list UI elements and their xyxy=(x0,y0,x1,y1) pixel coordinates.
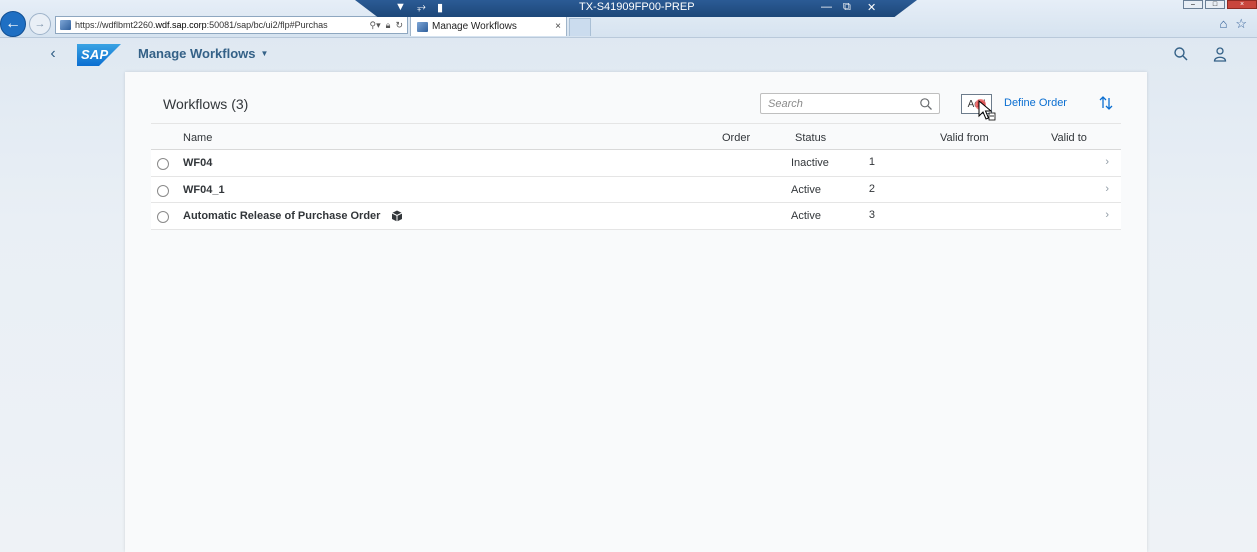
signal-icon: ▮ xyxy=(437,2,444,14)
chevron-right-icon[interactable]: › xyxy=(1105,209,1109,221)
home-icon[interactable]: ⌂ xyxy=(1219,16,1227,32)
row-select-radio[interactable] xyxy=(157,184,169,197)
table-row[interactable]: Automatic Release of Purchase Order 3 Ac… xyxy=(151,203,1121,230)
favorites-star-icon[interactable]: ☆ xyxy=(1235,16,1247,32)
browser-back-button[interactable]: ← xyxy=(0,11,26,37)
new-tab-button[interactable] xyxy=(569,18,591,36)
app-title: Manage Workflows xyxy=(138,46,256,61)
remote-minimize-icon[interactable]: — xyxy=(821,1,832,13)
workflow-name: Automatic Release of Purchase Order xyxy=(183,210,403,222)
search-field[interactable] xyxy=(760,93,940,114)
chevron-right-icon[interactable]: › xyxy=(1105,183,1109,195)
remote-restore-icon[interactable]: ⧉ xyxy=(843,1,851,14)
column-header-status[interactable]: Status xyxy=(795,132,826,144)
address-bar[interactable]: https://wdflbmt2260.wdf.sap.corp:50081/s… xyxy=(55,16,408,34)
workflow-status: Active xyxy=(791,183,821,196)
shell-back-button[interactable]: ‹ xyxy=(45,44,61,64)
window-close-button[interactable]: × xyxy=(1227,0,1257,9)
browser-tab[interactable]: Manage Workflows × xyxy=(410,16,567,36)
pin-icon[interactable]: ⥅ xyxy=(417,1,426,14)
workflow-order: 3 xyxy=(868,209,875,221)
refresh-icon[interactable]: ↻ xyxy=(395,20,403,31)
table-header: Name Order Status Valid from Valid to xyxy=(151,123,1121,150)
window-controls: – □ × xyxy=(1183,0,1257,9)
mouse-cursor-icon xyxy=(978,100,996,121)
workflows-panel: Workflows (3) Add Define Order Name Orde… xyxy=(125,72,1147,552)
chevron-right-icon[interactable]: › xyxy=(1105,156,1109,168)
tab-favicon-icon xyxy=(417,21,428,32)
lock-icon[interactable]: 🔒︎ xyxy=(386,20,391,31)
row-select-radio[interactable] xyxy=(157,211,169,223)
shell-search-icon[interactable] xyxy=(1173,46,1189,62)
remote-session-title: TX-S41909FP00-PREP xyxy=(579,1,695,13)
page-favicon-icon xyxy=(60,20,71,30)
column-header-valid-from[interactable]: Valid from xyxy=(940,132,989,144)
remote-session-bar: ▼ ⥅ ▮ TX-S41909FP00-PREP — ⧉ ✕ xyxy=(355,0,917,17)
browser-forward-button[interactable]: → xyxy=(29,13,51,35)
chevron-down-icon: ▼ xyxy=(260,49,269,58)
sap-logo[interactable]: SAP xyxy=(77,44,121,66)
user-icon[interactable] xyxy=(1212,46,1228,62)
package-icon xyxy=(392,210,403,222)
remote-close-icon[interactable]: ✕ xyxy=(867,1,876,14)
table-row[interactable]: WF04_1 2 Active › xyxy=(151,176,1121,203)
dropdown-icon[interactable]: ▼ xyxy=(395,1,406,13)
row-select-radio[interactable] xyxy=(157,158,169,170)
address-search-icon[interactable]: ⚲▾ xyxy=(370,20,381,31)
workflow-name: WF04 xyxy=(183,157,213,169)
search-input[interactable] xyxy=(761,94,919,113)
column-header-order[interactable]: Order xyxy=(722,132,750,144)
workflows-table: Name Order Status Valid from Valid to WF… xyxy=(151,123,1121,230)
window-minimize-button[interactable]: – xyxy=(1183,0,1203,9)
tab-title: Manage Workflows xyxy=(432,21,517,32)
address-url: https://wdflbmt2260.wdf.sap.corp:50081/s… xyxy=(75,20,328,30)
page-title: Workflows (3) xyxy=(163,96,249,112)
workflow-order: 2 xyxy=(868,182,875,195)
column-header-name[interactable]: Name xyxy=(183,132,212,144)
workflow-name: WF04_1 xyxy=(183,183,225,196)
workflow-order: 1 xyxy=(868,156,875,168)
search-icon[interactable] xyxy=(919,97,933,111)
window-restore-button[interactable]: □ xyxy=(1205,0,1225,9)
app-title-menu[interactable]: Manage Workflows ▼ xyxy=(138,46,268,61)
column-header-valid-to[interactable]: Valid to xyxy=(1051,132,1087,144)
workflow-status: Active xyxy=(791,210,821,222)
workflow-status: Inactive xyxy=(791,157,829,169)
sort-icon[interactable] xyxy=(1098,95,1114,111)
tab-close-icon[interactable]: × xyxy=(555,21,561,32)
define-order-button[interactable]: Define Order xyxy=(1004,97,1067,109)
table-row[interactable]: WF04 1 Inactive › xyxy=(151,150,1121,177)
